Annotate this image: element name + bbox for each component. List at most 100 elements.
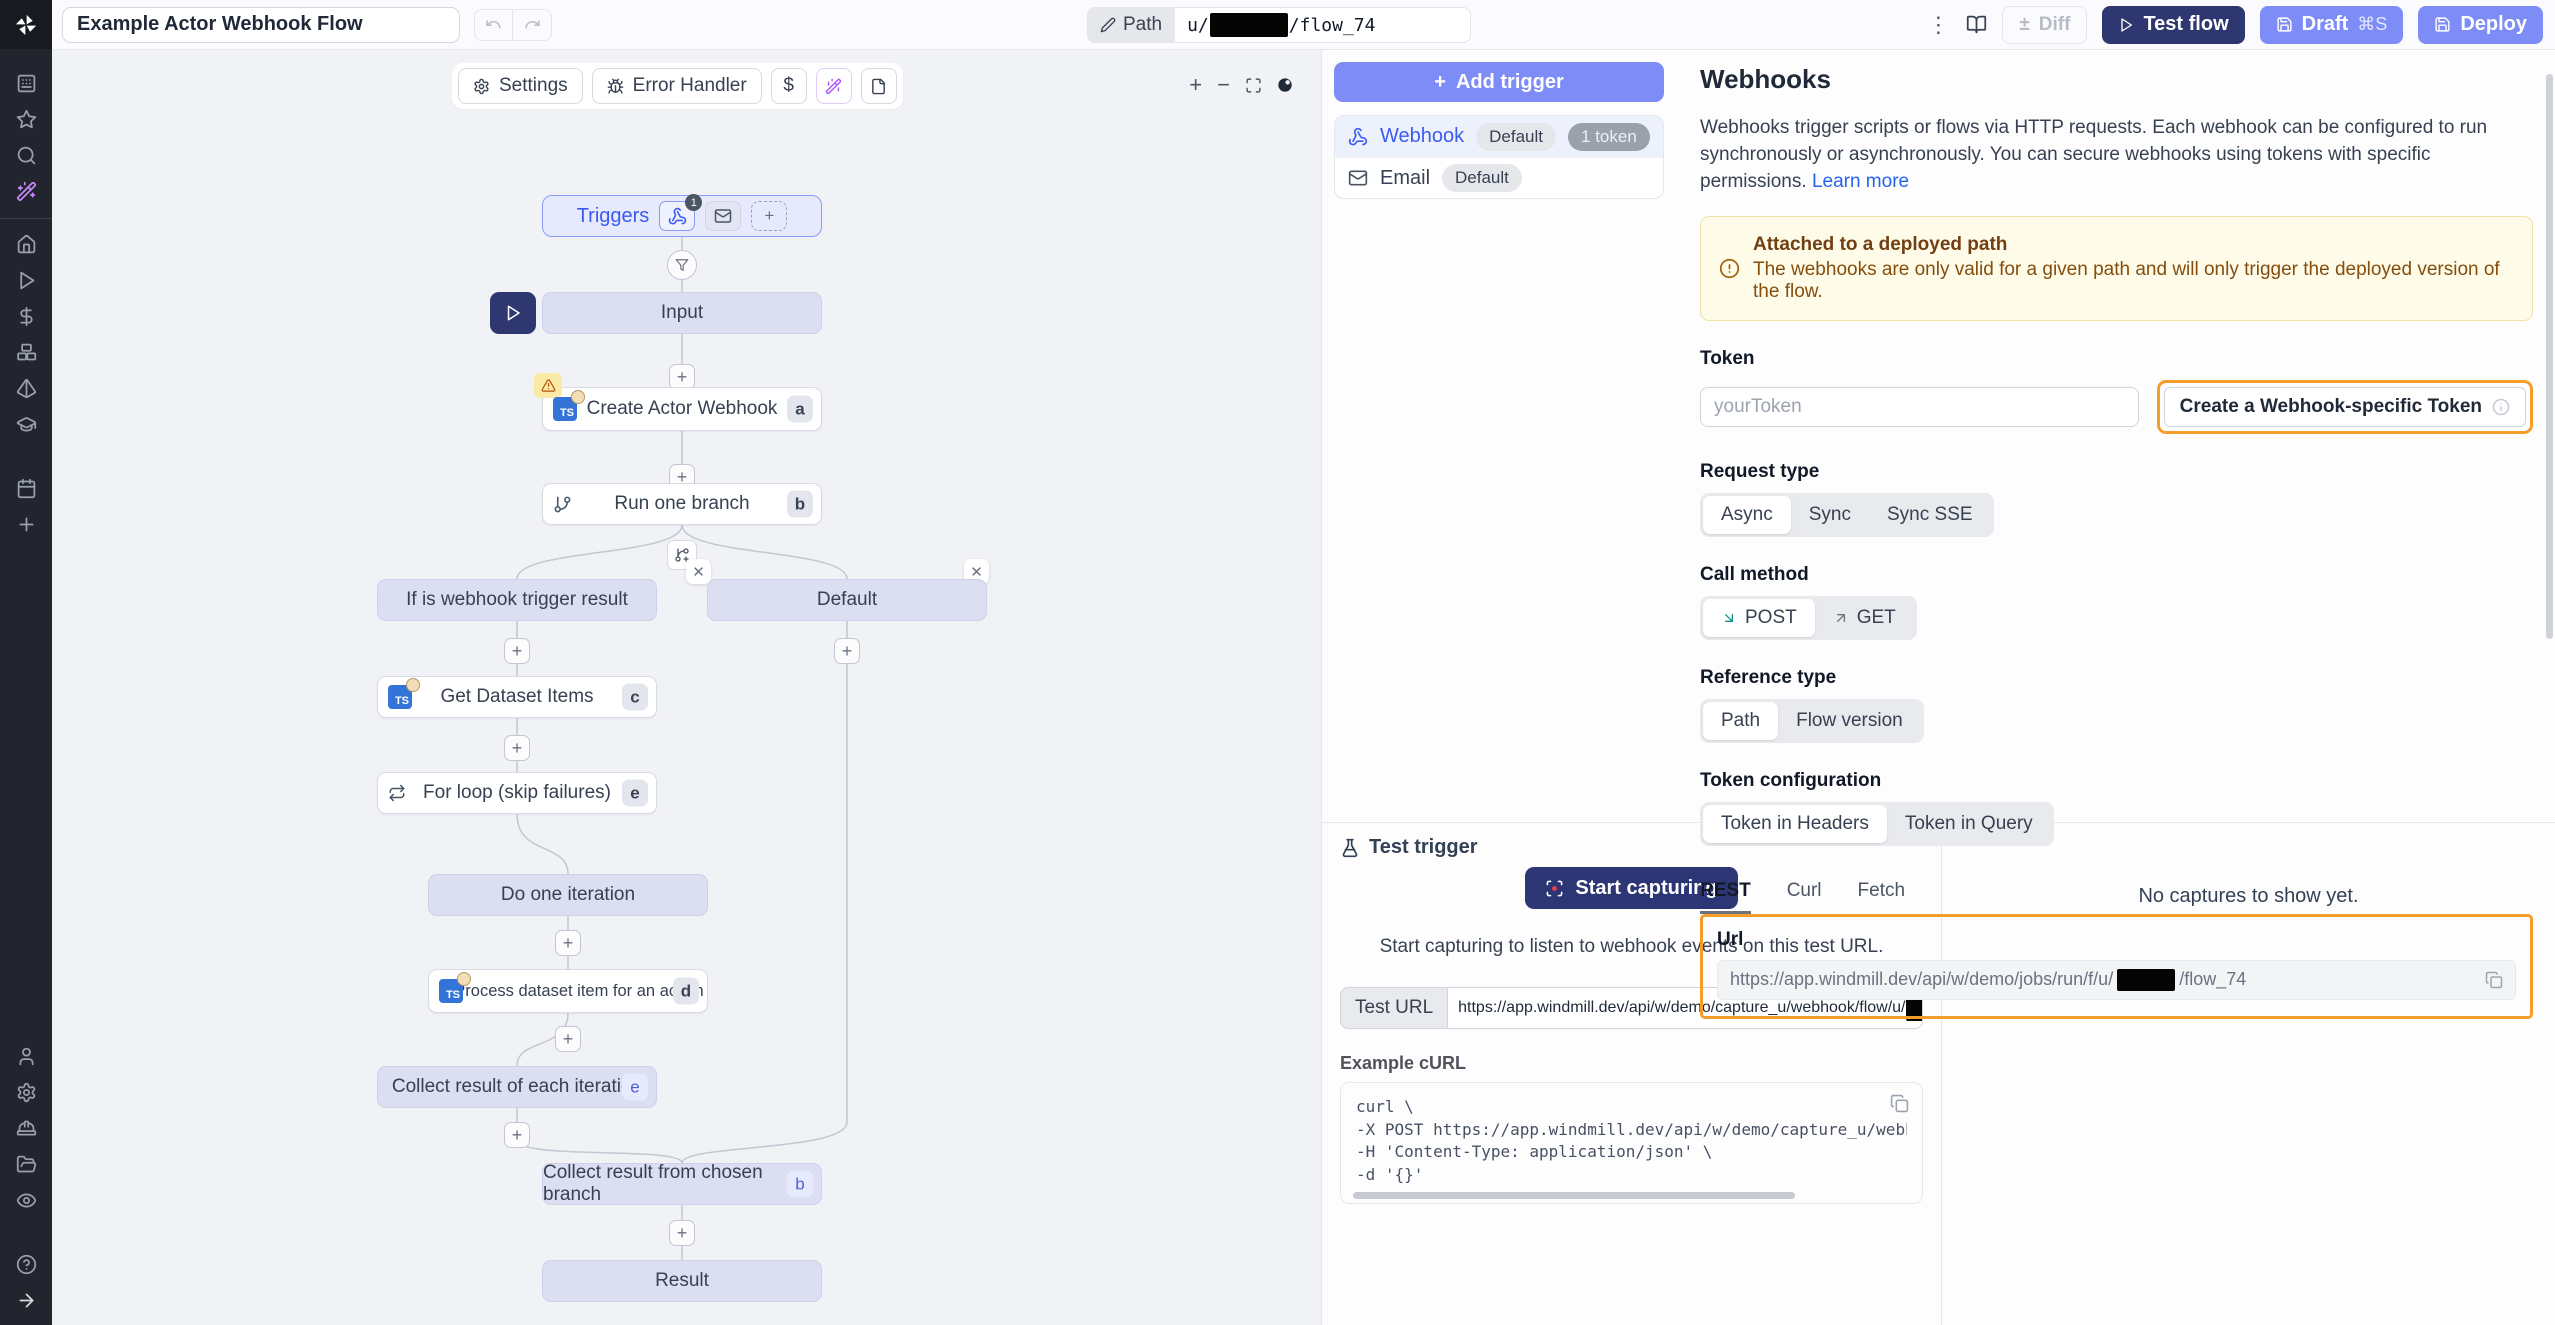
option-sync-sse[interactable]: Sync SSE	[1869, 496, 1991, 534]
node-run-one-branch[interactable]: Run one branch b	[542, 483, 822, 525]
path-value[interactable]: u//flow_74	[1175, 7, 1471, 43]
help-icon[interactable]	[16, 1254, 37, 1275]
flow-settings-button[interactable]: Settings	[458, 68, 583, 104]
option-flow-version[interactable]: Flow version	[1778, 702, 1921, 740]
email-trigger-icon[interactable]	[705, 201, 741, 231]
node-for-loop[interactable]: For loop (skip failures) e	[377, 772, 657, 814]
pyramid-icon[interactable]	[16, 378, 37, 399]
tab-rest[interactable]: REST	[1700, 880, 1751, 914]
branch-if-webhook[interactable]: If is webhook trigger result	[377, 579, 657, 621]
expand-sidebar-icon[interactable]	[16, 1290, 37, 1311]
copy-icon[interactable]	[2485, 971, 2503, 989]
add-step-button[interactable]: +	[555, 1026, 581, 1052]
undo-button[interactable]	[474, 9, 513, 41]
path-chip[interactable]: Path	[1087, 7, 1175, 43]
runs-icon[interactable]	[16, 270, 37, 291]
trigger-row-email[interactable]: Email Default	[1335, 157, 1663, 198]
capture-focus-icon	[1545, 879, 1564, 898]
add-step-button[interactable]: +	[669, 1220, 695, 1246]
add-trigger-node-icon[interactable]: +	[751, 201, 787, 231]
home-icon[interactable]	[16, 234, 37, 255]
branch-default[interactable]: Default	[707, 579, 987, 621]
node-process-dataset-item[interactable]: TS Process dataset item for an action d	[428, 969, 708, 1013]
audit-eye-icon[interactable]	[16, 1190, 37, 1211]
node-get-dataset-items[interactable]: TS Get Dataset Items c	[377, 676, 657, 718]
schedules-icon[interactable]	[16, 478, 37, 499]
option-token-query[interactable]: Token in Query	[1887, 805, 2051, 843]
trigger-row-webhook[interactable]: Webhook Default 1 token	[1335, 116, 1663, 157]
workers-icon[interactable]	[16, 1118, 37, 1139]
tab-fetch[interactable]: Fetch	[1858, 880, 1906, 914]
tab-curl[interactable]: Curl	[1787, 880, 1822, 914]
variables-icon[interactable]	[16, 306, 37, 327]
ai-wand-icon[interactable]	[16, 181, 37, 202]
add-step-button[interactable]: +	[504, 638, 530, 664]
error-handler-button[interactable]: Error Handler	[592, 68, 762, 104]
run-one-branch-label: Run one branch	[614, 493, 749, 515]
pencil-icon	[1100, 17, 1116, 33]
token-count-badge: 1 token	[1568, 123, 1650, 151]
draft-button[interactable]: Draft ⌘S	[2260, 6, 2404, 44]
flow-name-input[interactable]	[62, 7, 460, 43]
zoom-out-icon[interactable]: −	[1217, 72, 1230, 98]
resources-icon[interactable]	[16, 342, 37, 363]
node-input[interactable]: Input	[542, 292, 822, 334]
flow-canvas[interactable]: Settings Error Handler $ + −	[52, 50, 1322, 1325]
option-async[interactable]: Async	[1703, 496, 1791, 534]
webhook-url-field[interactable]: https://app.windmill.dev/api/w/demo/jobs…	[1717, 960, 2516, 1000]
minimap-toggle-icon[interactable]	[1277, 77, 1293, 93]
node-triggers[interactable]: Triggers 1 +	[542, 195, 822, 237]
folders-icon[interactable]	[16, 1154, 37, 1175]
star-icon[interactable]	[16, 109, 37, 130]
export-json-button[interactable]	[861, 68, 897, 104]
node-collect-each-iteration[interactable]: Collect result of each iteration e	[377, 1066, 657, 1108]
zoom-in-icon[interactable]: +	[1189, 72, 1202, 98]
node-create-actor-webhook[interactable]: TS Create Actor Webhook a	[542, 387, 822, 431]
settings-icon[interactable]	[16, 1082, 37, 1103]
ai-wand-button[interactable]	[816, 68, 852, 104]
add-step-button[interactable]: +	[504, 1122, 530, 1148]
plus-icon[interactable]	[16, 514, 37, 535]
default-badge: Default	[1442, 164, 1522, 192]
academy-icon[interactable]	[16, 414, 37, 435]
fit-view-icon[interactable]	[1245, 77, 1262, 94]
path-label: Path	[1123, 14, 1162, 36]
learn-more-link[interactable]: Learn more	[1812, 171, 1909, 192]
diff-label: Diff	[2039, 14, 2071, 36]
user-icon[interactable]	[16, 1046, 37, 1067]
more-menu-icon[interactable]: ⋮	[1925, 12, 1951, 38]
node-do-one-iteration[interactable]: Do one iteration	[428, 874, 708, 916]
add-step-button[interactable]: +	[555, 930, 581, 956]
windmill-logo[interactable]	[0, 0, 52, 49]
add-step-button[interactable]: +	[834, 638, 860, 664]
node-result[interactable]: Result	[542, 1260, 822, 1302]
docs-book-icon[interactable]	[1966, 14, 1987, 35]
create-webhook-token-button[interactable]: Create a Webhook-specific Token	[2164, 387, 2526, 427]
copy-icon[interactable]	[1890, 1094, 1909, 1113]
add-step-button[interactable]: +	[504, 735, 530, 761]
delete-branch-button[interactable]: ✕	[686, 559, 711, 584]
webhook-trigger-icon[interactable]: 1	[659, 201, 695, 231]
redo-button[interactable]	[513, 9, 552, 41]
horizontal-scrollbar[interactable]	[1353, 1192, 1795, 1199]
option-path[interactable]: Path	[1703, 702, 1778, 740]
test-flow-button[interactable]: Test flow	[2102, 6, 2244, 44]
request-type-label: Request type	[1700, 461, 2533, 483]
search-icon[interactable]	[16, 145, 37, 166]
deploy-button[interactable]: Deploy	[2418, 6, 2543, 44]
diff-button[interactable]: ± Diff	[2002, 6, 2087, 44]
panel-scrollbar[interactable]	[2546, 74, 2553, 639]
apps-grid-icon[interactable]	[16, 73, 37, 94]
option-get[interactable]: GET	[1815, 599, 1914, 637]
option-post[interactable]: POST	[1703, 599, 1815, 637]
add-trigger-button[interactable]: + Add trigger	[1334, 62, 1664, 102]
node-collect-chosen-branch[interactable]: Collect result from chosen branch b	[542, 1163, 822, 1205]
run-from-input-button[interactable]	[490, 292, 536, 334]
option-sync[interactable]: Sync	[1791, 496, 1869, 534]
input-filter-icon[interactable]	[667, 250, 697, 280]
option-token-headers[interactable]: Token in Headers	[1703, 805, 1887, 843]
curl-line: -X POST https://app.windmill.dev/api/w/d…	[1356, 1119, 1907, 1142]
dollar-button[interactable]: $	[771, 68, 807, 104]
mail-icon	[1348, 168, 1368, 188]
token-input[interactable]	[1700, 387, 2139, 427]
